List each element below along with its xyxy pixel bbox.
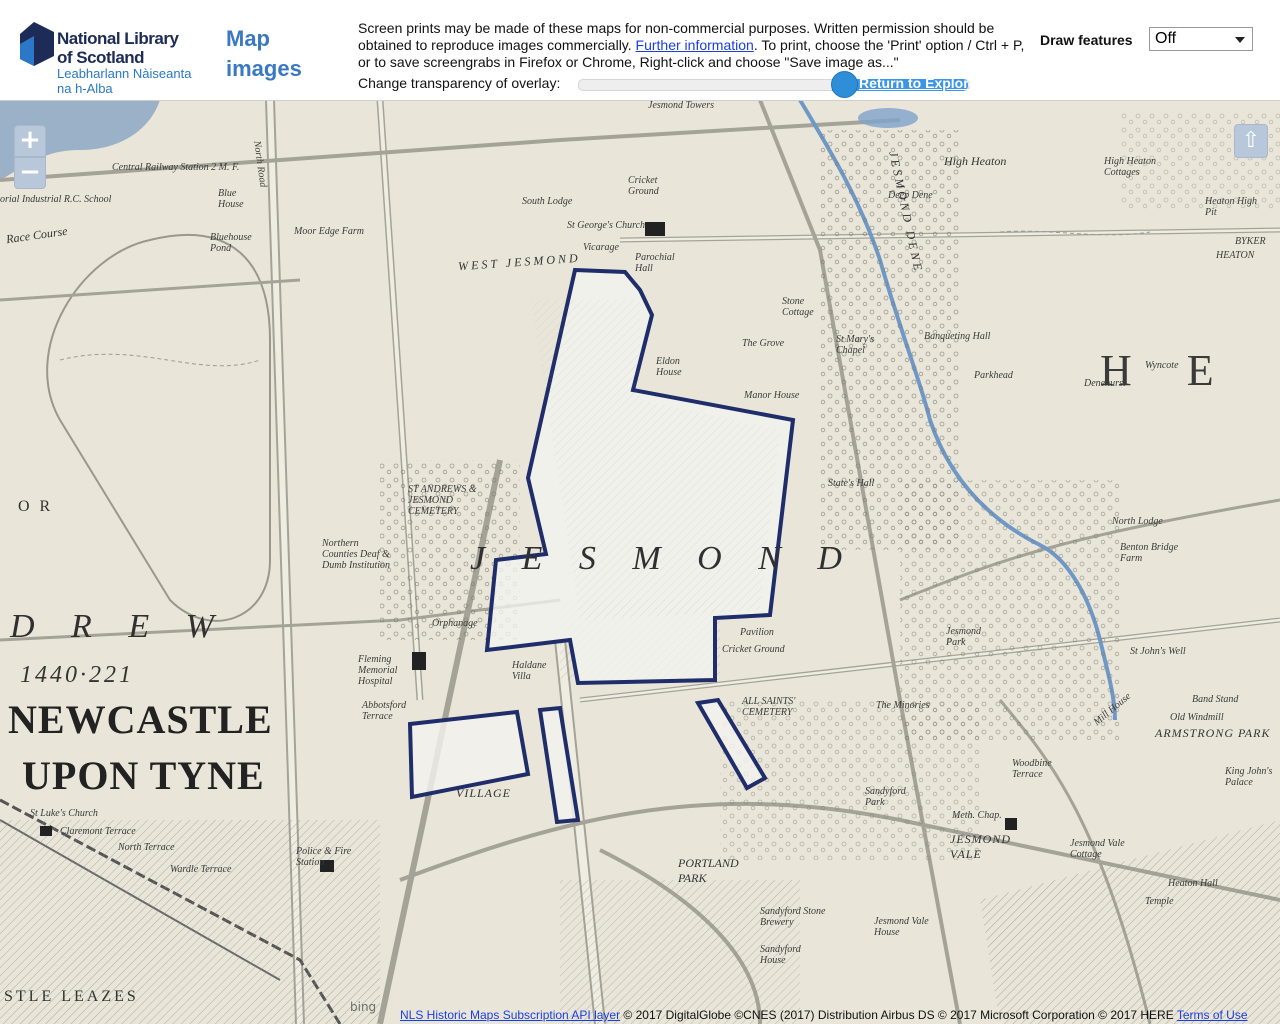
map-label-high-heaton: High Heaton <box>944 154 1007 168</box>
map-label-north-lodge: North Lodge <box>1112 516 1163 527</box>
map-label-or: O R <box>18 498 54 515</box>
map-label-sandyford-park: Sandyford Park <box>865 786 906 808</box>
map-label-heaton-high-pit: Heaton High Pit <box>1205 196 1257 218</box>
logo-title: National Library of Scotland <box>57 29 179 67</box>
transparency-slider-handle[interactable] <box>831 71 859 98</box>
map-label-st-george-church: St George's Church <box>567 220 646 231</box>
map-label-south-lodge: South Lodge <box>522 196 573 207</box>
nls-api-layer-link[interactable]: NLS Historic Maps Subscription API layer <box>400 1008 620 1022</box>
transparency-label: Change transparency of overlay: <box>358 75 561 91</box>
map-label-the-grove: The Grove <box>742 338 785 349</box>
map-label-jesmond-vale: JESMOND VALE <box>950 832 1011 861</box>
map-label-benton-bridge-farm: Benton Bridge Farm <box>1120 542 1179 564</box>
map-label-drew: D R E W <box>10 608 228 645</box>
nls-logo-icon <box>20 22 54 66</box>
terms-of-use-link[interactable]: Terms of Use <box>1177 1008 1248 1022</box>
draw-features-value: Off <box>1155 30 1177 47</box>
map-label-heaton-hall: Heaton Hall <box>1168 878 1218 889</box>
zoom-in-button[interactable]: + <box>14 125 46 157</box>
map-attribution: NLS Historic Maps Subscription API layer… <box>400 1006 1270 1024</box>
map-label-fleming-hospital: Fleming Memorial Hospital <box>358 654 398 687</box>
map-label-jesmond-towers: Jesmond Towers <box>648 100 715 111</box>
map-label-industrial-school: orial Industrial R.C. School <box>0 194 112 205</box>
map-label-northern-counties-institution: Northern Counties Deaf & Dumb Institutio… <box>322 538 391 571</box>
map-label-jesmond-park: Jesmond Park <box>946 626 981 648</box>
map-label-parkhead: Parkhead <box>974 370 1013 381</box>
map-label-vicarage: Vicarage <box>583 242 619 253</box>
chevron-down-icon <box>1235 37 1245 43</box>
map-label-woodbine-terrace: Woodbine Terrace <box>1012 758 1052 780</box>
map-label-orphanage: Orphanage <box>432 618 478 629</box>
header-bar: National Library of Scotland Leabharlann… <box>0 0 1280 101</box>
map-label-states-hall: State's Hall <box>828 478 875 489</box>
map-label-deep-dene: Deep Dene <box>888 190 933 201</box>
map-label-abbotsford-terrace: Abbotsford Terrace <box>362 700 407 722</box>
nls-logo[interactable]: National Library of Scotland Leabharlann… <box>20 20 195 96</box>
map-label-sheet-number: 1440·221 <box>20 662 134 688</box>
map-label-old-windmill: Old Windmill <box>1170 712 1224 723</box>
return-to-explore-link[interactable]: Return to Explore <box>859 75 976 91</box>
map-label-portland-park: PORTLAND PARK <box>678 856 739 885</box>
map-label-st-johns-well: St John's Well <box>1130 646 1186 657</box>
map-label-eldon-house: Eldon House <box>656 356 682 378</box>
map-label-denehurst: Denehurst <box>1084 378 1126 389</box>
draw-features-select[interactable]: Off <box>1149 27 1253 51</box>
map-label-banqueting-hall: Banqueting Hall <box>924 331 991 342</box>
map-label-blue-house: Blue House <box>218 188 244 210</box>
map-label-central-railway-station: Central Railway Station 2 M. F. <box>112 162 240 173</box>
map-label-moor-edge-farm: Moor Edge Farm <box>294 226 364 237</box>
map-label-sandyford-stone-brewery: Sandyford Stone Brewery <box>760 906 826 928</box>
map-label-cricket-ground-2: Cricket Ground <box>722 644 785 655</box>
map-label-st-andrews-cemetery: ST ANDREWS & JESMOND CEMETERY <box>408 484 477 517</box>
map-label-heaton: HEATON <box>1216 250 1255 261</box>
up-arrow-button[interactable]: ⇧ <box>1234 124 1268 158</box>
map-label-upon-tyne: UPON TYNE <box>22 753 265 798</box>
map-label-cricket-ground: Cricket Ground <box>628 175 659 197</box>
map-label-all-saints-cemetery: ALL SAINTS' CEMETERY <box>742 696 796 718</box>
logo-subtitle: Leabharlann Nàiseanta na h-Alba <box>57 66 192 96</box>
map-label-wyncote: Wyncote <box>1145 360 1179 371</box>
print-notice: Screen prints may be made of these maps … <box>358 20 1028 71</box>
map-label-manor-house: Manor House <box>744 390 800 401</box>
map-label-wardle-terrace: Wardle Terrace <box>170 864 232 875</box>
map-label-armstrong-park: ARMSTRONG PARK <box>1155 726 1271 740</box>
map-label-st-lukes-church: St Luke's Church <box>30 808 98 819</box>
map-label-jesmond: J E S M O N D <box>470 540 856 577</box>
map-label-st-marys-chapel: St Mary's Chapel <box>836 334 874 356</box>
map-label-bluehouse-pond: Bluehouse Pond <box>210 232 252 254</box>
map-label-byker: BYKER <box>1235 236 1266 247</box>
map-label-the-minories: The Minories <box>876 700 930 711</box>
map-label-village: VILLAGE <box>456 786 511 800</box>
map-label-jesmond-vale-cottage: Jesmond Vale Cottage <box>1070 838 1125 860</box>
map-label-king-johns-palace: King John's Palace <box>1225 766 1273 788</box>
bing-logo: bing <box>350 1000 377 1014</box>
map-label-stone-cottage: Stone Cottage <box>782 296 814 318</box>
map-label-band-stand: Band Stand <box>1192 694 1239 705</box>
attribution-text: © 2017 DigitalGlobe ©CNES (2017) Distrib… <box>620 1008 1177 1022</box>
map-label-temple: Temple <box>1145 896 1174 907</box>
map-label-newcastle: NEWCASTLE <box>8 697 273 742</box>
map-label-sandyford-house: Sandyford House <box>760 944 801 966</box>
map-label-parochial-hall: Parochial Hall <box>635 252 675 274</box>
map-label-haldane-villa: Haldane Villa <box>512 660 547 682</box>
map-images-link[interactable]: Map images <box>226 24 321 84</box>
map-label-claremont-terrace: Claremont Terrace <box>60 826 136 837</box>
zoom-out-button[interactable]: − <box>14 157 46 189</box>
map-label-pavilion: Pavilion <box>740 627 774 638</box>
map-label-police-fire-station: Police & Fire Station <box>296 846 352 868</box>
map-label-meth-chap: Meth. Chap. <box>952 810 1002 821</box>
draw-features-label: Draw features <box>1040 32 1133 48</box>
map-canvas[interactable]: WEST JESMOND J E S M O N D H E O R D R E… <box>0 0 1280 1024</box>
map-label-north-terrace: North Terrace <box>118 842 175 853</box>
map-label-high-heaton-cottages: High Heaton Cottages <box>1104 156 1156 178</box>
map-label-jesmond-vale-house: Jesmond Vale House <box>874 916 929 938</box>
further-information-link[interactable]: Further information <box>636 37 754 53</box>
map-label-leazes: STLE LEAZES <box>4 988 139 1005</box>
